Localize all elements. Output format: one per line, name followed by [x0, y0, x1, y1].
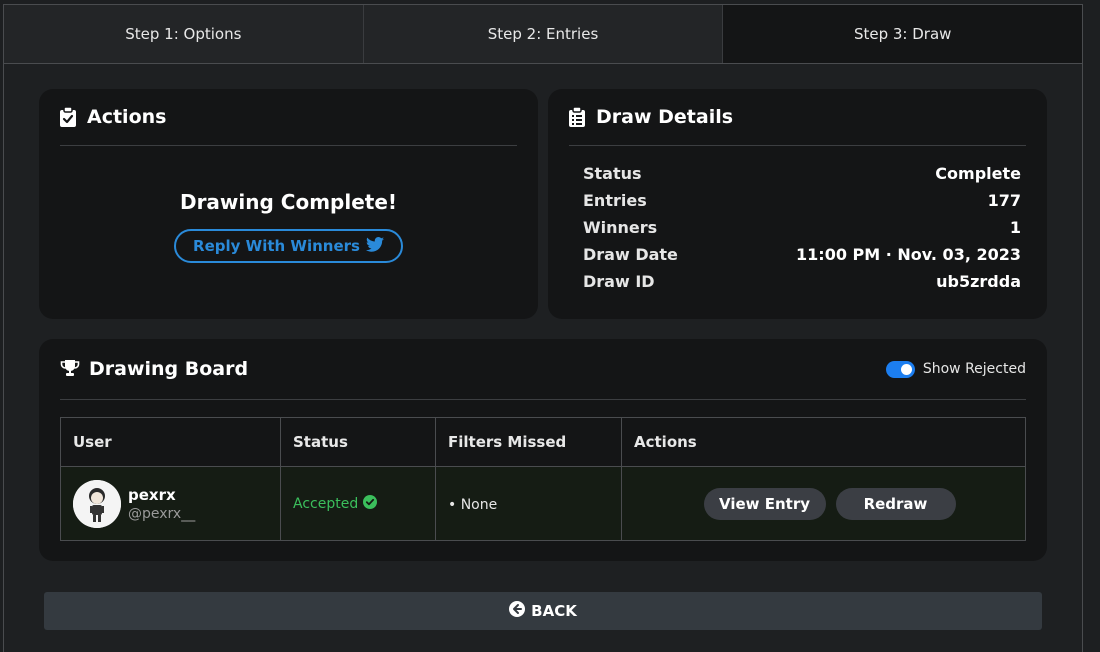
- draw-details-card: Draw Details Status Complete Entries 177…: [548, 89, 1047, 319]
- tab-step-1-options[interactable]: Step 1: Options: [4, 5, 364, 63]
- actions-card: Actions Drawing Complete! Reply With Win…: [39, 89, 538, 319]
- show-rejected-toggle[interactable]: [885, 360, 915, 378]
- entries-table: User Status Filters Missed Actions pexrx…: [60, 417, 1026, 541]
- actions-title: Actions: [87, 106, 167, 128]
- show-rejected-label: Show Rejected: [922, 361, 1026, 377]
- status-text: Accepted: [293, 496, 359, 512]
- tab-step-3-draw[interactable]: Step 3: Draw: [723, 5, 1083, 63]
- back-label: BACK: [531, 602, 577, 620]
- detail-row-winners: Winners 1: [583, 214, 1021, 241]
- tab-step-2-entries[interactable]: Step 2: Entries: [363, 5, 724, 63]
- status-badge: Accepted: [293, 495, 378, 513]
- drawing-complete-message: Drawing Complete!: [179, 190, 398, 214]
- username[interactable]: pexrx: [128, 486, 195, 504]
- clipboard-check-icon: [60, 107, 78, 127]
- detail-row-entries: Entries 177: [583, 187, 1021, 214]
- detail-value: 1: [1009, 218, 1021, 237]
- detail-value: 177: [987, 191, 1021, 210]
- show-rejected-control: Show Rejected: [885, 360, 1026, 378]
- detail-key: Draw ID: [583, 272, 655, 291]
- draw-details-title: Draw Details: [596, 106, 734, 128]
- actions-body: Drawing Complete! Reply With Winners: [39, 190, 538, 263]
- detail-value: ub5zrdda: [936, 272, 1021, 291]
- clipboard-list-icon: [569, 107, 587, 127]
- reply-with-winners-button[interactable]: Reply With Winners: [174, 229, 403, 263]
- detail-key: Entries: [583, 191, 647, 210]
- back-button[interactable]: BACK: [44, 592, 1042, 630]
- arrow-circle-left-icon: [509, 601, 526, 621]
- detail-row-status: Status Complete: [583, 160, 1021, 187]
- avatar[interactable]: [73, 479, 121, 528]
- column-header-user: User: [60, 417, 281, 467]
- user-info: pexrx @pexrx__: [128, 486, 195, 522]
- trophy-icon: [60, 359, 80, 379]
- actions-cell: View Entry Redraw: [621, 466, 1026, 541]
- detail-key: Draw Date: [583, 245, 678, 264]
- user-handle[interactable]: @pexrx__: [128, 506, 195, 522]
- actions-card-header: Actions: [60, 89, 517, 146]
- twitter-bird-icon: [365, 236, 384, 256]
- detail-row-draw-date: Draw Date 11:00 PM · Nov. 03, 2023: [583, 241, 1021, 268]
- table-header-row: User Status Filters Missed Actions: [60, 417, 1026, 467]
- redraw-button[interactable]: Redraw: [835, 487, 956, 520]
- table-row: pexrx @pexrx__ Accepted • None View Entr…: [60, 466, 1026, 541]
- filters-missed-cell: • None: [435, 466, 622, 541]
- detail-value: Complete: [935, 164, 1021, 183]
- column-header-filters-missed: Filters Missed: [435, 417, 622, 467]
- filters-missed-value: • None: [448, 496, 498, 513]
- detail-key: Status: [583, 164, 642, 183]
- reply-with-winners-label: Reply With Winners: [193, 237, 360, 255]
- detail-row-draw-id: Draw ID ub5zrdda: [583, 268, 1021, 295]
- drawing-board-card: Drawing Board Show Rejected User Status …: [39, 339, 1047, 561]
- column-header-actions: Actions: [621, 417, 1026, 467]
- drawing-board-header: Drawing Board Show Rejected: [60, 339, 1026, 400]
- drawing-board-title: Drawing Board: [89, 358, 249, 380]
- draw-details-list: Status Complete Entries 177 Winners 1 Dr…: [583, 160, 1021, 295]
- view-entry-button[interactable]: View Entry: [703, 487, 826, 520]
- detail-value: 11:00 PM · Nov. 03, 2023: [796, 245, 1021, 264]
- column-header-status: Status: [280, 417, 436, 467]
- user-cell: pexrx @pexrx__: [60, 466, 281, 541]
- status-cell: Accepted: [280, 466, 436, 541]
- check-circle-icon: [363, 495, 378, 513]
- step-tabs: Step 1: Options Step 2: Entries Step 3: …: [4, 5, 1083, 64]
- draw-details-header: Draw Details: [569, 89, 1026, 146]
- detail-key: Winners: [583, 218, 658, 237]
